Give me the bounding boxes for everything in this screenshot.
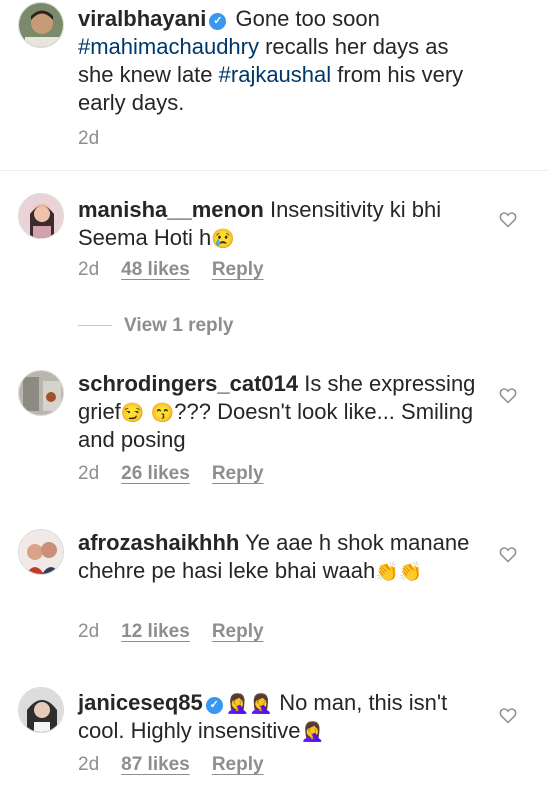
avatar-schrodingers[interactable] [18, 370, 64, 416]
comment-text: janiceseq85 ✓ 🤦‍♀️🤦‍♀️ No man, this isn't … [78, 689, 483, 745]
avatar-image [19, 530, 63, 574]
comment-text: afrozashaikhhh Ye aae h shok manane cheh… [78, 529, 483, 585]
avatar-image [19, 688, 63, 732]
hashtag-link[interactable]: #rajkaushal [219, 62, 332, 87]
avatar-image [19, 194, 63, 238]
likes-link[interactable]: 48 likes [121, 259, 190, 280]
username[interactable]: schrodingers_cat014 [78, 371, 298, 396]
heart-outline-icon[interactable] [498, 385, 518, 405]
verified-badge-icon: ✓ [209, 13, 227, 30]
reply-button[interactable]: Reply [212, 621, 264, 642]
timestamp[interactable]: 2d [78, 621, 99, 642]
timestamp[interactable]: 2d [78, 128, 99, 149]
avatar-janiceseq[interactable] [18, 687, 64, 733]
heart-outline-icon[interactable] [498, 544, 518, 564]
caption-part: Gone too soon [229, 6, 380, 31]
reply-button[interactable]: Reply [212, 259, 264, 280]
heart-outline-icon[interactable] [498, 209, 518, 229]
comment-meta: 2d 48 likes Reply [78, 259, 286, 281]
username[interactable]: afrozashaikhhh [78, 530, 239, 555]
avatar-image [19, 3, 63, 47]
verified-badge-icon: ✓ [205, 697, 223, 714]
avatar-afroza[interactable] [18, 529, 64, 575]
comment-meta: 2d 26 likes Reply [78, 463, 286, 485]
view-replies-label: View 1 reply [124, 315, 234, 336]
heart-outline-icon[interactable] [498, 705, 518, 725]
smirk-emoji: 😏 [120, 403, 145, 424]
clapping-hands-emoji: 👏👏 [375, 562, 423, 583]
view-replies-button[interactable]: View 1 reply [78, 315, 234, 337]
timestamp[interactable]: 2d [78, 754, 99, 775]
username[interactable]: viralbhayani [78, 6, 206, 31]
likes-link[interactable]: 87 likes [121, 754, 190, 775]
likes-link[interactable]: 26 likes [121, 463, 190, 484]
comment-text: schrodingers_cat014 Is she expressing gr… [78, 370, 483, 454]
reply-button[interactable]: Reply [212, 754, 264, 775]
facepalm-emoji: 🤦‍♀️🤦‍♀️ [225, 694, 274, 715]
caption-text: viralbhayani ✓ Gone too soon #mahimachaud… [78, 5, 483, 117]
reply-line [78, 325, 112, 327]
likes-link[interactable]: 12 likes [121, 621, 190, 642]
username[interactable]: manisha__menon [78, 197, 264, 222]
reply-button[interactable]: Reply [212, 463, 264, 484]
avatar-image [19, 371, 63, 415]
divider [0, 170, 549, 171]
crying-emoji: 😢 [211, 229, 235, 250]
comment-text: manisha__menon Insensitivity ki bhi Seem… [78, 196, 483, 252]
facepalm-emoji: 🤦‍♀️ [300, 722, 325, 743]
username[interactable]: janiceseq85 [78, 690, 203, 715]
timestamp[interactable]: 2d [78, 259, 99, 280]
caption-meta: 2d [78, 128, 121, 150]
hashtag-link[interactable]: #mahimachaudhry [78, 34, 259, 59]
timestamp[interactable]: 2d [78, 463, 99, 484]
comment-meta: 2d 87 likes Reply [78, 754, 286, 776]
avatar-manisha[interactable] [18, 193, 64, 239]
kissing-emoji: 😙 [150, 403, 175, 424]
avatar-viralbhayani[interactable] [18, 2, 64, 48]
comment-meta: 2d 12 likes Reply [78, 621, 286, 643]
